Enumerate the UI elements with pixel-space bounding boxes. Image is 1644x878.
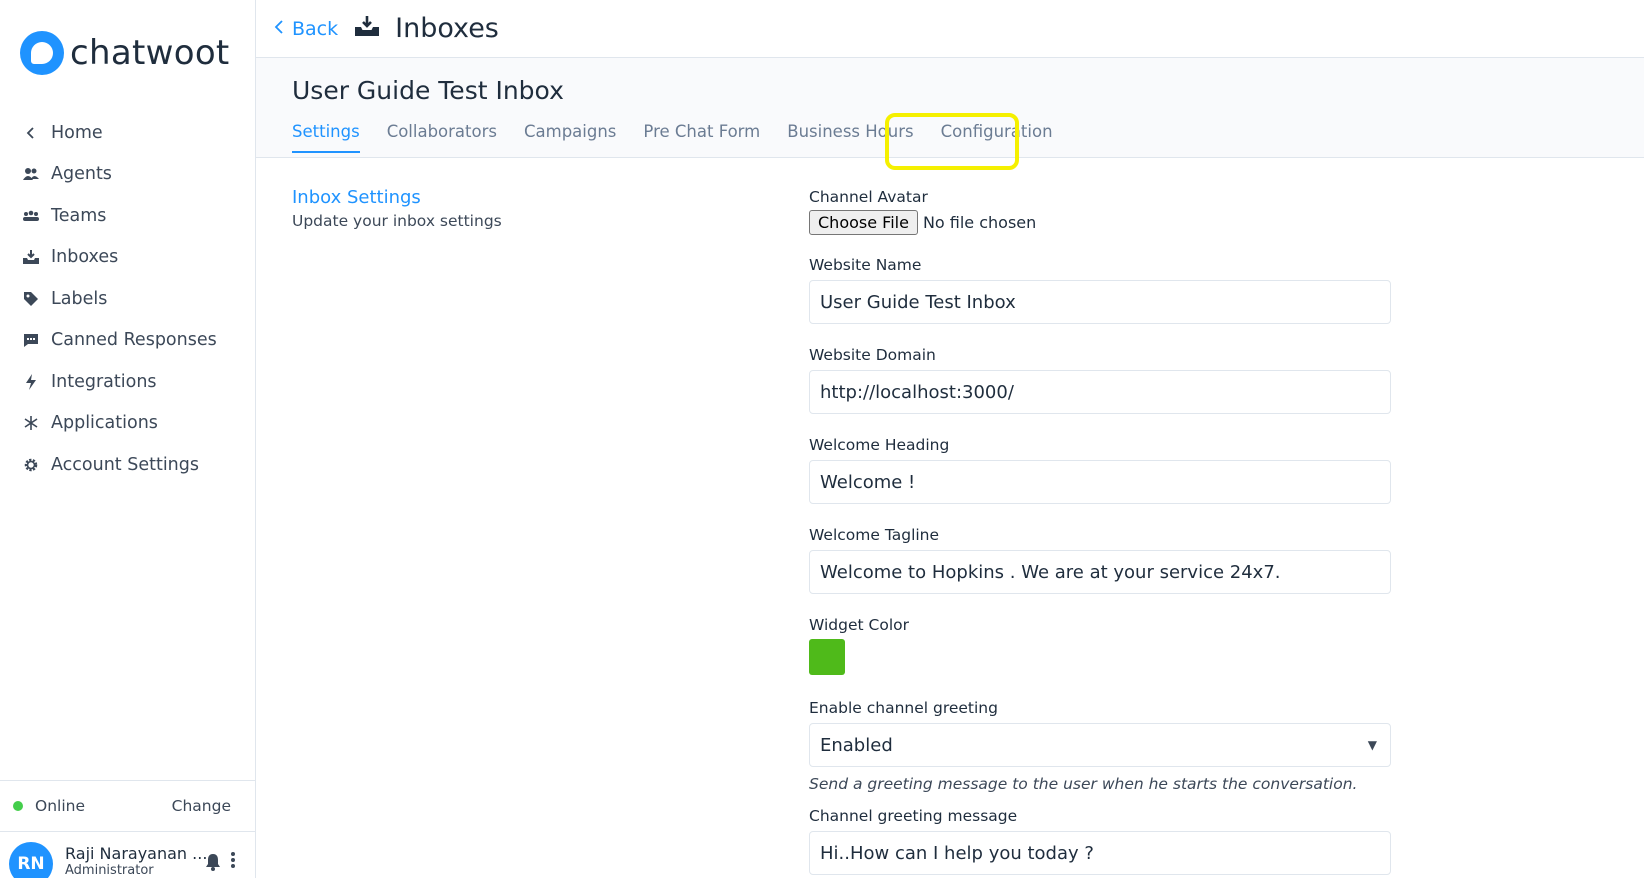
widget-color-label: Widget Color — [809, 616, 909, 634]
tab-collaborators[interactable]: Collaborators — [387, 122, 497, 153]
section-title: Inbox Settings — [292, 187, 421, 208]
inbox-icon — [355, 15, 380, 42]
channel-avatar-upload: Choose File No file chosen — [809, 210, 1391, 235]
tab-configuration[interactable]: Configuration — [941, 122, 1053, 153]
widget-color-picker[interactable] — [809, 639, 845, 675]
sidebar-item-inboxes[interactable]: Inboxes — [0, 237, 255, 279]
sidebar-item-label: Integrations — [51, 371, 157, 392]
chevron-left-icon — [22, 124, 40, 142]
tab-business-hours[interactable]: Business Hours — [787, 122, 913, 153]
sidebar-item-label: Teams — [51, 205, 107, 226]
sidebar-item-label: Account Settings — [51, 454, 199, 475]
website-domain-input[interactable]: http://localhost:3000/ — [809, 370, 1391, 414]
sidebar-item-label: Canned Responses — [51, 330, 217, 351]
availability-status: Online Change — [0, 780, 255, 832]
more-options-icon[interactable] — [230, 850, 236, 874]
logo-text: chatwoot — [70, 33, 230, 73]
welcome-heading-label: Welcome Heading — [809, 436, 950, 454]
page-header: Back Inboxes — [256, 0, 1644, 58]
page-title: Inboxes — [395, 13, 499, 44]
sidebar-item-label: Labels — [51, 288, 108, 309]
notification-bell-icon[interactable] — [205, 852, 221, 876]
sidebar-item-canned-responses[interactable]: Canned Responses — [0, 320, 255, 362]
tab-campaigns[interactable]: Campaigns — [524, 122, 616, 153]
profile-role: Administrator — [65, 863, 154, 878]
inbox-header: User Guide Test Inbox Settings Collabora… — [256, 58, 1644, 158]
chatwoot-logo[interactable]: chatwoot — [20, 31, 230, 75]
tag-icon — [22, 290, 40, 308]
channel-avatar-label: Channel Avatar — [809, 188, 928, 206]
file-status: No file chosen — [922, 213, 1037, 232]
sidebar-item-integrations[interactable]: Integrations — [0, 361, 255, 403]
channel-greeting-value: Enabled — [820, 734, 893, 756]
agents-icon — [22, 165, 40, 183]
inbox-title: User Guide Test Inbox — [292, 76, 564, 105]
inbox-icon — [22, 248, 40, 266]
channel-greeting-help: Send a greeting message to the user when… — [809, 775, 1358, 793]
sidebar-item-label: Home — [51, 122, 103, 143]
website-name-label: Website Name — [809, 256, 922, 274]
user-profile[interactable]: RN Raji Narayanan ... Administrator — [0, 832, 255, 878]
sidebar: chatwoot Home Agents Teams Inboxes Label… — [0, 0, 256, 878]
back-label: Back — [292, 17, 339, 40]
choose-file-button[interactable]: Choose File — [809, 210, 918, 235]
greeting-message-input[interactable]: Hi..How can I help you today ? — [809, 831, 1391, 875]
inbox-tabs: Settings Collaborators Campaigns Pre Cha… — [292, 122, 1080, 153]
teams-icon — [22, 207, 40, 225]
sidebar-item-agents[interactable]: Agents — [0, 154, 255, 196]
channel-greeting-label: Enable channel greeting — [809, 699, 998, 717]
tab-settings[interactable]: Settings — [292, 122, 360, 153]
welcome-heading-input[interactable]: Welcome ! — [809, 460, 1391, 504]
greeting-message-label: Channel greeting message — [809, 807, 1018, 825]
chevron-left-icon — [273, 16, 285, 41]
sidebar-item-applications[interactable]: Applications — [0, 403, 255, 445]
sidebar-item-label: Inboxes — [51, 247, 119, 268]
status-text: Online — [35, 797, 85, 815]
back-button[interactable]: Back — [273, 16, 338, 41]
tab-pre-chat-form[interactable]: Pre Chat Form — [643, 122, 760, 153]
section-subtitle: Update your inbox settings — [292, 212, 502, 230]
profile-name: Raji Narayanan ... — [65, 844, 208, 863]
change-status-button[interactable]: Change — [172, 797, 231, 815]
lightning-icon — [22, 373, 40, 391]
welcome-tagline-input[interactable]: Welcome to Hopkins . We are at your serv… — [809, 550, 1391, 594]
gear-icon — [22, 456, 40, 474]
chatwoot-logo-icon — [20, 31, 64, 75]
inbox-settings-form: Channel Avatar Choose File No file chose… — [809, 188, 1391, 875]
welcome-tagline-label: Welcome Tagline — [809, 526, 940, 544]
chat-bubble-icon — [22, 331, 40, 349]
sidebar-item-labels[interactable]: Labels — [0, 278, 255, 320]
asterisk-icon — [22, 414, 40, 432]
channel-greeting-select[interactable]: Enabled ▼ — [809, 723, 1391, 767]
dropdown-arrow-icon: ▼ — [1367, 738, 1377, 752]
website-name-input[interactable]: User Guide Test Inbox — [809, 280, 1391, 324]
sidebar-item-home[interactable]: Home — [0, 112, 255, 154]
profile-info: Raji Narayanan ... Administrator — [65, 844, 207, 878]
sidebar-nav: Home Agents Teams Inboxes Labels Canned … — [0, 112, 255, 486]
website-domain-label: Website Domain — [809, 346, 936, 364]
sidebar-item-account-settings[interactable]: Account Settings — [0, 444, 255, 486]
sidebar-item-teams[interactable]: Teams — [0, 195, 255, 237]
online-status-dot-icon — [13, 801, 23, 811]
sidebar-item-label: Applications — [51, 413, 158, 434]
sidebar-item-label: Agents — [51, 164, 112, 185]
avatar[interactable]: RN — [9, 842, 53, 878]
